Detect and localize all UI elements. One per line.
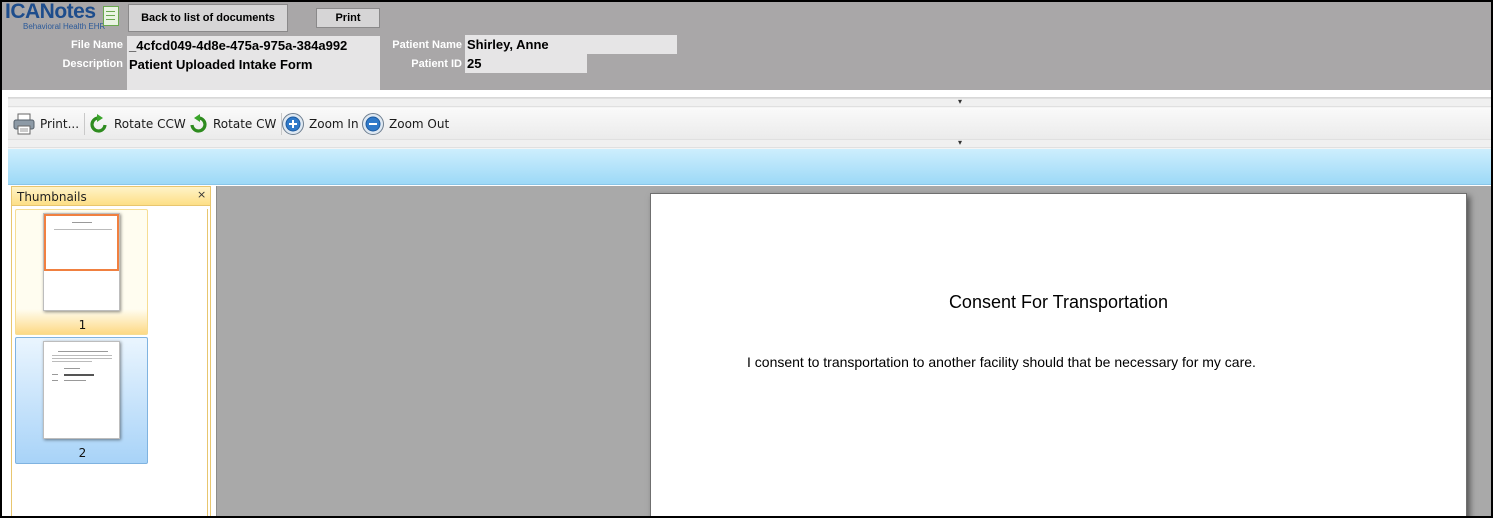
thumbnails-header: Thumbnails × [12,187,210,206]
viewer-toolbar: Print... Rotate CCW Rotate CW Zoom In Zo… [8,108,1491,139]
zoom-out-icon [362,113,384,135]
page-number: 2 [78,446,87,460]
app-window: ICANotes Behavioral Health EHR Back to l… [0,0,1493,518]
logo-tagline: Behavioral Health EHR [23,22,106,31]
toolbar-print-label: Print... [40,117,80,131]
thumbnails-title: Thumbnails [17,190,87,204]
page-thumbnail-image [43,341,120,439]
print-button[interactable]: Print [316,8,380,28]
printer-icon [13,113,35,135]
page-thumbnail[interactable]: 1 [15,209,148,335]
document-body-text: I consent to transportation to another f… [747,354,1256,370]
zoom-in-icon [282,113,304,135]
zoom-in-label: Zoom In [309,117,359,131]
collapse-strip-top[interactable]: ▾ [8,97,1491,107]
patient-name-label: Patient Name [392,39,462,51]
icanotes-logo: ICANotes Behavioral Health EHR [3,0,123,33]
description-label: Description [62,58,123,70]
document-header: ICANotes Behavioral Health EHR Back to l… [2,2,1491,90]
viewer-toolbar-area: ▾ Print... Rotate CCW Rotate CW Zoom In … [8,97,1491,149]
zoom-out-button[interactable]: Zoom Out [361,112,449,136]
zoom-in-button[interactable]: Zoom In [281,112,359,136]
patient-id-value: 25 [465,54,587,73]
rotate-ccw-icon [90,114,107,133]
close-icon[interactable]: × [197,188,206,201]
page-number: 1 [78,318,87,332]
collapse-chevron-icon[interactable]: ▾ [958,97,962,106]
ribbon-band [8,149,1491,185]
document-page: Consent For Transportation I consent to … [650,193,1467,516]
page-thumbnail[interactable]: 2 [15,337,148,464]
zoom-out-label: Zoom Out [389,117,450,131]
rotate-cw-button[interactable]: Rotate CW [187,112,276,136]
logo-wordmark: ICANotes [5,0,96,23]
file-name-value: _4cfcd049-4d8e-475a-975a-384a992 [127,36,380,55]
page-thumbnail-image [43,213,120,311]
document-title: Consent For Transportation [948,292,1169,312]
rotate-cw-icon [190,114,207,133]
rotate-cw-label: Rotate CW [213,117,277,131]
thumbnails-list[interactable]: 1 2 [14,209,208,516]
patient-name-value: Shirley, Anne [465,35,677,54]
thumbnails-panel: Thumbnails × 1 2 [11,186,211,516]
collapse-chevron-icon[interactable]: ▾ [958,138,962,147]
viewer-canvas: Consent For Transportation I consent to … [220,189,1490,516]
document-viewer[interactable]: Consent For Transportation I consent to … [216,186,1491,516]
rotate-ccw-label: Rotate CCW [114,117,186,131]
collapse-strip-bottom[interactable]: ▾ [8,138,1491,148]
patient-id-label: Patient ID [411,58,462,70]
visible-area-indicator [44,214,119,271]
description-value: Patient Uploaded Intake Form [129,57,313,72]
back-to-list-button[interactable]: Back to list of documents [128,4,288,32]
toolbar-separator [84,113,85,135]
toolbar-print-button[interactable]: Print... [12,112,79,136]
document-logo-icon [103,6,119,26]
file-name-label: File Name [71,39,123,51]
rotate-ccw-button[interactable]: Rotate CCW [88,112,186,136]
